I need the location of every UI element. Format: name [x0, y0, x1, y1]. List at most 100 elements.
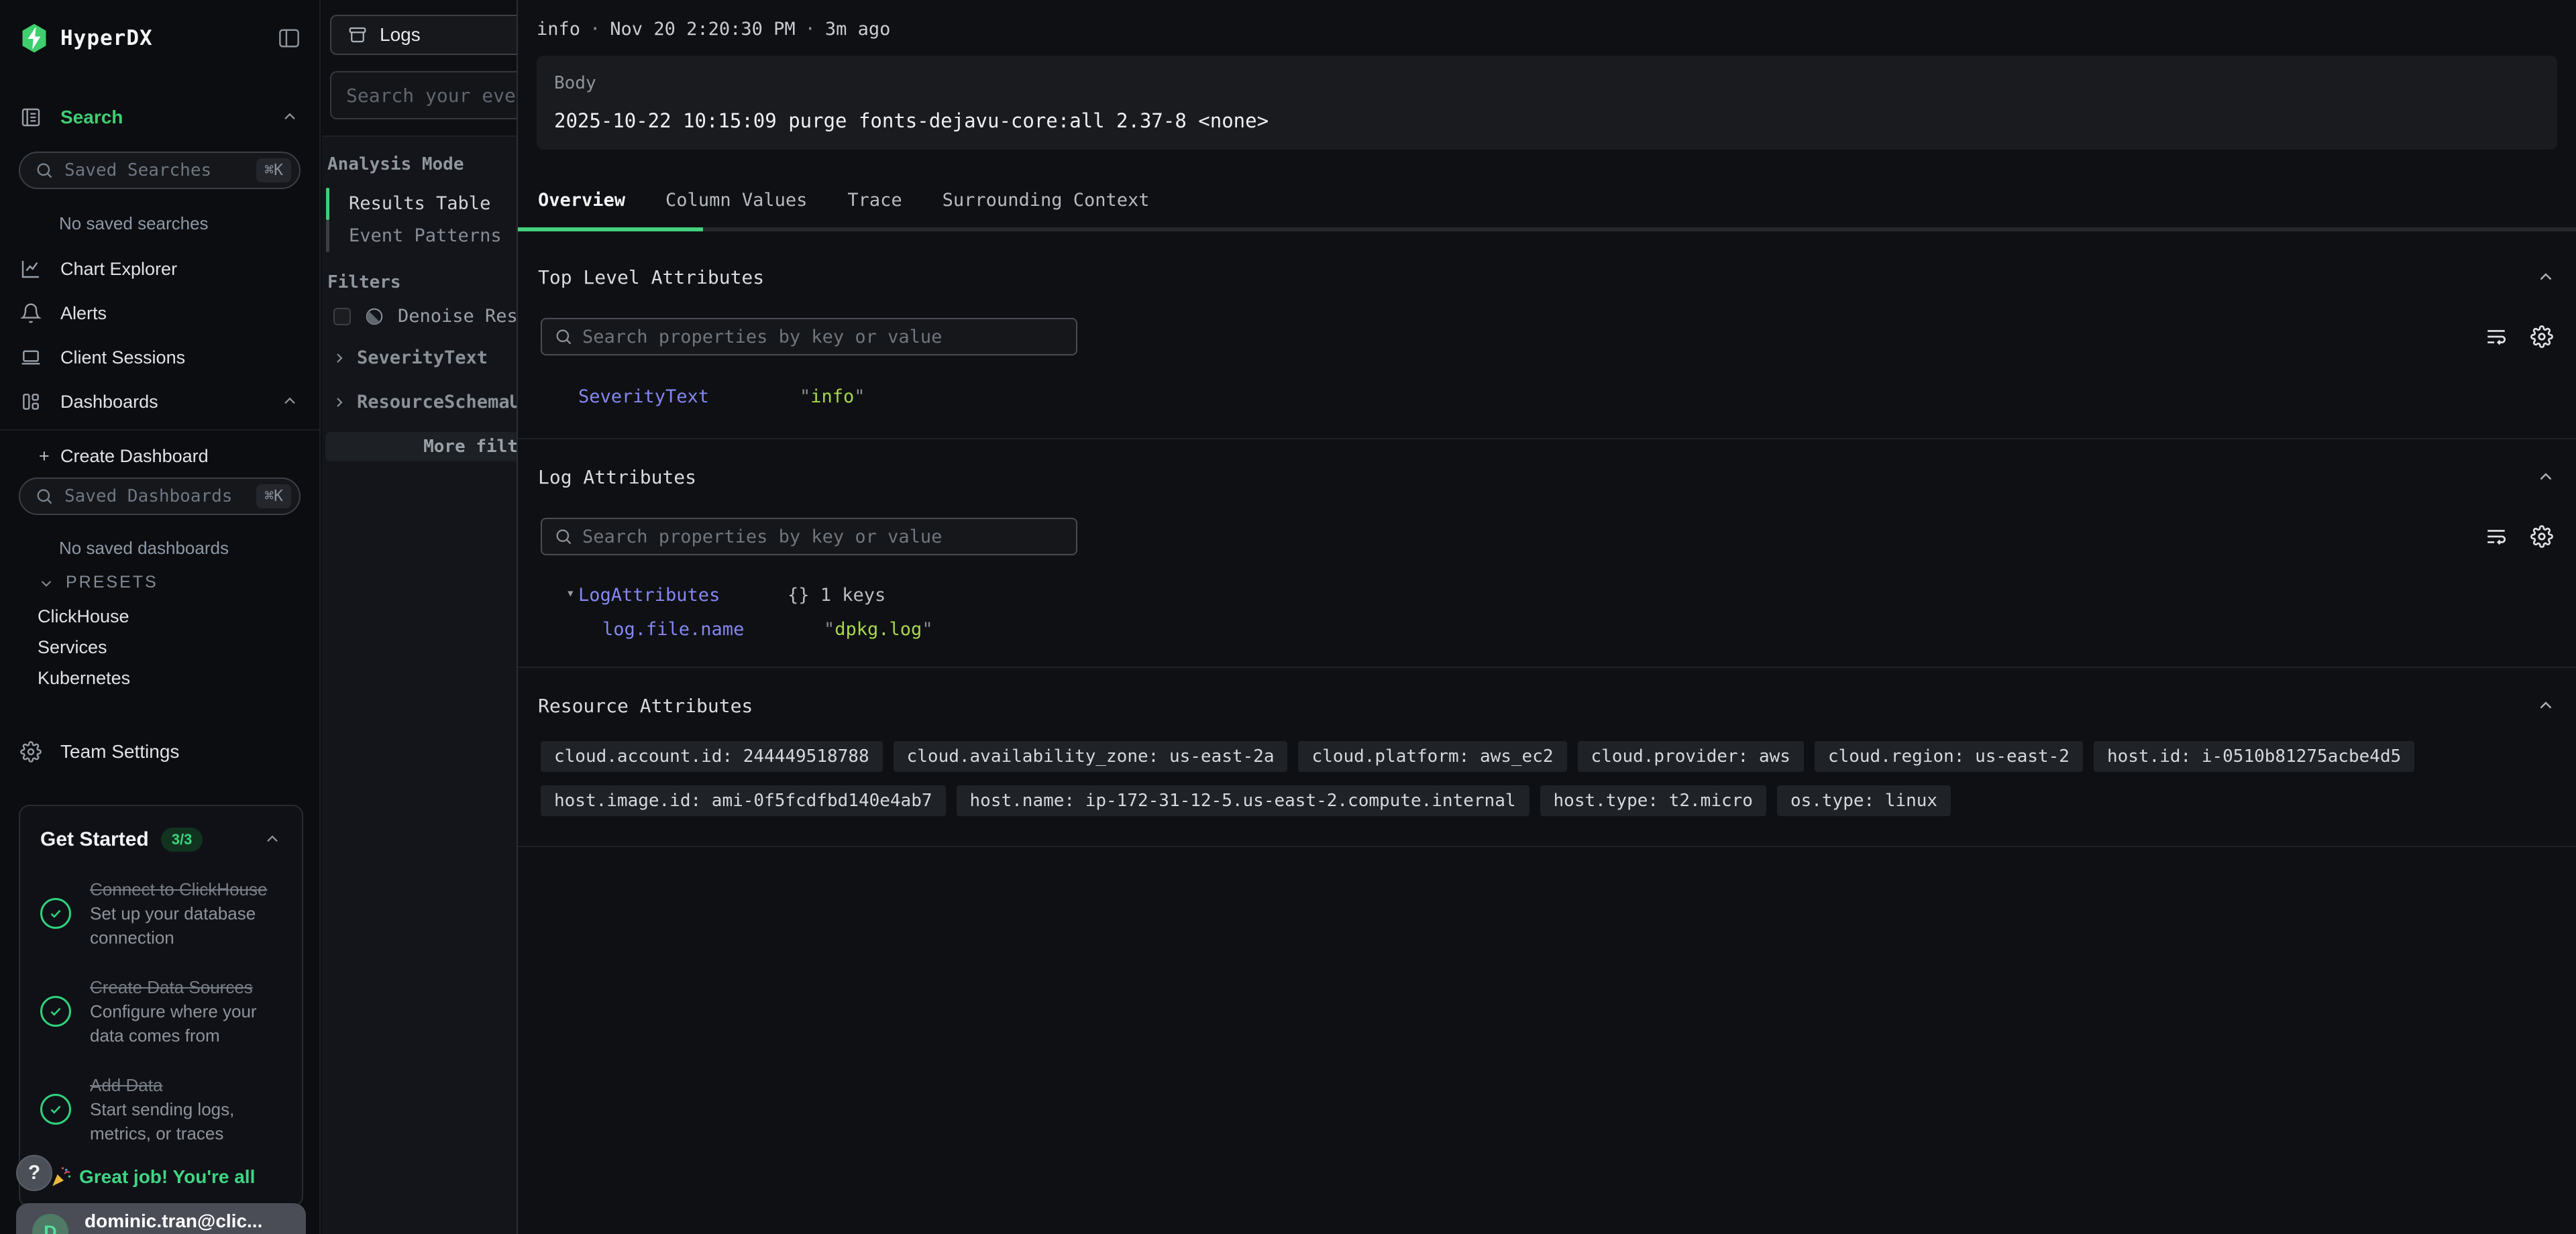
- event-search-input[interactable]: [346, 85, 517, 107]
- body-text[interactable]: 2025-10-22 10:15:09 purge fonts-dejavu-c…: [554, 109, 2540, 132]
- log-timestamp: Nov 20 2:20:30 PM: [610, 19, 795, 40]
- saved-searches-search[interactable]: ⌘K: [19, 152, 301, 189]
- chevron-up-icon[interactable]: [2536, 696, 2556, 716]
- sidebar-item-client-sessions[interactable]: Client Sessions: [0, 341, 319, 374]
- filter-group-severitytext[interactable]: SeverityText: [331, 347, 488, 368]
- tab-surrounding-context[interactable]: Surrounding Context: [922, 187, 1170, 214]
- chevron-up-icon[interactable]: [263, 830, 282, 849]
- sidebar-search-label: Search: [60, 107, 123, 128]
- log-detail-drawer: info·Nov 20 2:20:30 PM·3m ago Body 2025-…: [517, 0, 2576, 1234]
- check-circle-icon: [40, 1094, 71, 1125]
- resource-chip[interactable]: host.type: t2.micro: [1540, 785, 1766, 816]
- attribute-value[interactable]: "dpkg.log": [824, 619, 933, 640]
- resource-chip[interactable]: cloud.availability_zone: us-east-2a: [894, 741, 1288, 772]
- saved-dashboards-search[interactable]: ⌘K: [19, 478, 301, 515]
- sidebar-item-team-settings[interactable]: Team Settings: [0, 735, 319, 769]
- hyperdx-logo-icon: [20, 23, 48, 54]
- resource-chip[interactable]: host.name: ip-172-31-12-5.us-east-2.comp…: [957, 785, 1529, 816]
- section-divider: [518, 438, 2576, 439]
- mode-event-patterns[interactable]: Event Patterns: [349, 225, 502, 246]
- sidebar-item-alerts[interactable]: Alerts: [0, 296, 319, 330]
- chevron-up-icon[interactable]: [280, 392, 299, 411]
- section-title: Resource Attributes: [538, 695, 753, 717]
- resource-chip[interactable]: cloud.platform: aws_ec2: [1298, 741, 1566, 772]
- task-title: Add Data: [90, 1073, 275, 1097]
- task-desc: Start sending logs, metrics, or traces: [90, 1097, 275, 1145]
- section-title: Log Attributes: [538, 466, 696, 488]
- resource-chip[interactable]: cloud.account.id: 244449518788: [541, 741, 883, 772]
- user-menu[interactable]: D dominic.tran@clic... dominic.tran@clic…: [16, 1203, 306, 1234]
- check-circle-icon: [40, 996, 71, 1027]
- sidebar-item-chart-explorer[interactable]: Chart Explorer: [0, 252, 319, 286]
- chevron-up-icon[interactable]: [2536, 467, 2556, 488]
- property-search[interactable]: [541, 318, 1077, 355]
- task-desc: Set up your database connection: [90, 901, 275, 950]
- body-label: Body: [554, 73, 2540, 93]
- resource-chip[interactable]: host.image.id: ami-0f5fcdfbd140e4ab7: [541, 785, 946, 816]
- chart-icon: [20, 258, 44, 280]
- property-search[interactable]: [541, 518, 1077, 555]
- saved-dashboards-input[interactable]: [64, 486, 256, 506]
- get-started-item[interactable]: Create Data Sources Configure where your…: [40, 975, 282, 1048]
- attribute-value[interactable]: "info": [800, 386, 865, 407]
- preset-kubernetes[interactable]: Kubernetes: [0, 668, 319, 689]
- get-started-progress-badge: 3/3: [161, 828, 203, 852]
- create-dashboard-button[interactable]: + Create Dashboard: [0, 441, 319, 471]
- mode-results-table[interactable]: Results Table: [349, 193, 490, 214]
- party-popper-icon: [50, 1166, 72, 1188]
- tab-overview[interactable]: Overview: [538, 187, 645, 214]
- resource-chip[interactable]: cloud.provider: aws: [1578, 741, 1804, 772]
- wrap-text-icon[interactable]: [2485, 525, 2508, 548]
- chevron-up-icon[interactable]: [280, 108, 299, 127]
- sidebar-item-search[interactable]: Search: [0, 101, 319, 134]
- resource-chip[interactable]: cloud.region: us-east-2: [1815, 741, 2083, 772]
- property-search-input[interactable]: [582, 327, 1064, 347]
- attribute-meta: {} 1 keys: [788, 585, 885, 606]
- get-started-item[interactable]: Add Data Start sending logs, metrics, or…: [40, 1073, 282, 1145]
- check-circle-icon: [40, 898, 71, 929]
- attribute-row: SeverityText "info": [538, 386, 2556, 407]
- event-search[interactable]: [330, 71, 517, 119]
- section-log-attributes: Log Attributes ▾ LogAttribu: [518, 466, 2576, 640]
- sidebar: HyperDX Search ⌘K No saved searches: [0, 0, 321, 1234]
- attribute-key[interactable]: SeverityText: [578, 386, 800, 407]
- section-resource-attributes: Resource Attributes cloud.account.id: 24…: [518, 695, 2576, 816]
- wrap-text-icon[interactable]: [2485, 325, 2508, 348]
- task-title: Create Data Sources: [90, 975, 275, 999]
- collapse-sidebar-icon[interactable]: [278, 28, 301, 48]
- log-body-card: Body 2025-10-22 10:15:09 purge fonts-dej…: [537, 56, 2557, 150]
- resource-chips: cloud.account.id: 244449518788 cloud.ava…: [538, 741, 2556, 816]
- tab-trace[interactable]: Trace: [827, 187, 922, 214]
- gear-icon[interactable]: [2530, 325, 2553, 348]
- user-name: dominic.tran@clic...: [85, 1210, 266, 1233]
- get-started-item[interactable]: Connect to ClickHouse Set up your databa…: [40, 877, 282, 950]
- more-filters-button[interactable]: More filters: [325, 432, 517, 461]
- plus-icon: +: [20, 446, 60, 467]
- denoise-checkbox[interactable]: [333, 308, 351, 325]
- filters-label: Filters: [327, 272, 401, 292]
- presets-toggle[interactable]: PRESETS: [0, 573, 319, 592]
- app-header: HyperDX: [0, 23, 319, 54]
- preset-clickhouse[interactable]: ClickHouse: [0, 606, 319, 627]
- property-search-input[interactable]: [582, 526, 1064, 547]
- tab-column-values[interactable]: Column Values: [645, 187, 827, 214]
- get-started-title: Get Started: [40, 828, 149, 851]
- attribute-key[interactable]: log.file.name: [602, 619, 824, 640]
- search-list-icon: [20, 107, 44, 128]
- sidebar-item-dashboards[interactable]: Dashboards: [0, 385, 319, 418]
- chevron-up-icon[interactable]: [2536, 268, 2556, 288]
- source-select[interactable]: Logs: [330, 15, 517, 55]
- gear-icon[interactable]: [2530, 525, 2553, 548]
- preset-services[interactable]: Services: [0, 637, 319, 658]
- log-age: 3m ago: [825, 19, 891, 40]
- bell-icon: [20, 302, 44, 324]
- help-button[interactable]: ?: [16, 1155, 52, 1191]
- filter-group-resourceschemaurl[interactable]: ResourceSchemaUrl: [331, 392, 517, 412]
- resource-chip[interactable]: os.type: linux: [1777, 785, 1951, 816]
- saved-searches-input[interactable]: [64, 160, 256, 180]
- attribute-row: log.file.name "dpkg.log": [538, 619, 2556, 640]
- tree-caret-icon[interactable]: ▾: [566, 585, 578, 606]
- resource-chip[interactable]: host.id: i-0510b81275acbe4d5: [2094, 741, 2414, 772]
- attribute-key[interactable]: LogAttributes: [578, 585, 788, 606]
- celebration-banner: Great job! You're all: [50, 1166, 255, 1188]
